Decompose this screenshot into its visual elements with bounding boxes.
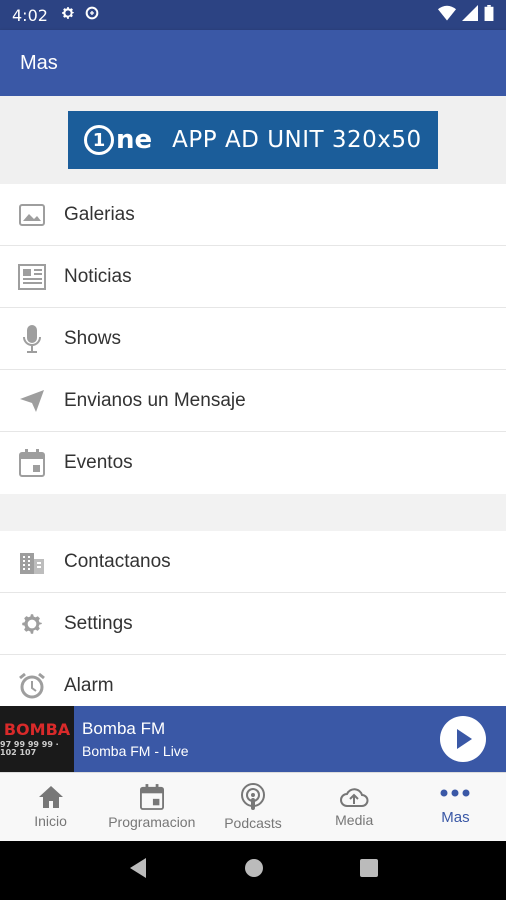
wifi-icon (438, 5, 456, 26)
microphone-icon (0, 324, 64, 354)
station-artwork: BOMBA 97 99 99 99 · 102 107 (0, 706, 74, 772)
app-bar: Mas (0, 30, 506, 96)
battery-icon (484, 4, 494, 26)
menu-item-envianos-un-mensaje[interactable]: Envianos un Mensaje (0, 370, 506, 432)
menu-item-galerias[interactable]: Galerias (0, 184, 506, 246)
menu-item-contactanos[interactable]: Contactanos (0, 531, 506, 593)
building-icon (0, 549, 64, 575)
home-button[interactable] (244, 858, 264, 883)
alarm-icon (0, 672, 64, 700)
home-icon (38, 786, 63, 808)
gear-icon (0, 611, 64, 637)
recents-icon (360, 859, 378, 877)
back-icon (130, 858, 146, 878)
nav-item-media[interactable]: Media (304, 773, 405, 841)
page-title: Mas (20, 51, 58, 74)
settings-status-icon (60, 5, 76, 26)
player-title: Bomba FM (82, 719, 166, 738)
calendar-icon (139, 784, 164, 810)
cloud-upload-icon (340, 788, 369, 807)
nav-item-programacion[interactable]: Programacion (101, 773, 202, 841)
system-navigation-bar (0, 841, 506, 900)
menu-item-noticias[interactable]: Noticias (0, 246, 506, 308)
nav-item-inicio[interactable]: Inicio (0, 773, 101, 841)
bottom-navigation: Inicio Programacion Podcasts Media Mas (0, 772, 506, 841)
status-time: 4:02 (12, 5, 48, 25)
podcast-icon (241, 783, 265, 810)
ad-container: 1 ne APP AD UNIT 320x50 (0, 96, 506, 184)
menu-list-primary: Galerias Noticias Shows Envianos un Mens… (0, 184, 506, 494)
ad-text: APP AD UNIT 320x50 (172, 127, 422, 153)
newspaper-icon (0, 263, 64, 290)
menu-item-shows[interactable]: Shows (0, 308, 506, 370)
send-icon (0, 389, 64, 413)
menu-item-eventos[interactable]: Eventos (0, 432, 506, 494)
data-saver-status-icon (84, 5, 100, 26)
recents-button[interactable] (360, 859, 378, 882)
ad-logo: 1 ne (84, 125, 152, 155)
more-icon (440, 789, 470, 796)
status-bar: 4:02 (0, 0, 506, 30)
back-button[interactable] (128, 857, 148, 884)
section-divider (0, 495, 506, 531)
play-button[interactable] (440, 716, 486, 762)
menu-item-settings[interactable]: Settings (0, 593, 506, 655)
nav-item-mas[interactable]: Mas (405, 773, 506, 841)
nav-item-podcasts[interactable]: Podcasts (202, 773, 303, 841)
play-icon (457, 729, 472, 749)
menu-list-secondary: Contactanos Settings Alarm (0, 531, 506, 717)
mini-player[interactable]: BOMBA 97 99 99 99 · 102 107 Bomba FM Bom… (0, 706, 506, 772)
calendar-icon (0, 449, 64, 477)
image-icon (0, 203, 64, 226)
signal-icon (462, 4, 478, 26)
home-circle-icon (245, 859, 263, 877)
player-subtitle: Bomba FM - Live (82, 743, 189, 759)
ad-banner[interactable]: 1 ne APP AD UNIT 320x50 (68, 111, 438, 169)
